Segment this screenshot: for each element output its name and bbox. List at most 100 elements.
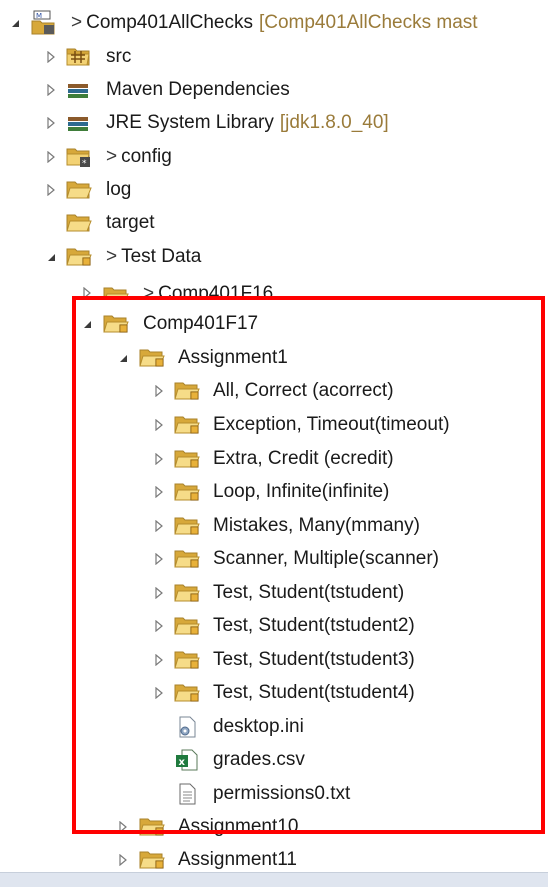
collapse-arrow-icon[interactable] — [116, 351, 130, 365]
tree-item-folder[interactable]: Scanner, Multiple(scanner) — [0, 543, 548, 575]
tree-item-folder[interactable]: Extra, Credit (ecredit) — [0, 443, 548, 475]
ini-file-icon — [174, 715, 200, 739]
folder-icon — [174, 447, 200, 471]
folder-icon — [103, 312, 129, 336]
folder-icon — [174, 547, 200, 571]
expand-arrow-icon[interactable] — [116, 853, 130, 867]
source-folder-icon — [66, 45, 92, 69]
expand-arrow-icon[interactable] — [152, 686, 166, 700]
tree-item-maven-dependencies[interactable]: Maven Dependencies — [0, 74, 548, 106]
expand-arrow-icon[interactable] — [152, 519, 166, 533]
expand-arrow-icon[interactable] — [44, 150, 58, 164]
svg-text:M: M — [36, 12, 42, 20]
excel-file-icon: x — [174, 748, 200, 772]
expand-arrow-icon[interactable] — [152, 418, 166, 432]
expand-arrow-icon[interactable] — [152, 552, 166, 566]
expand-arrow-icon[interactable] — [44, 183, 58, 197]
comp401f17-label: Comp401F17 — [143, 313, 259, 334]
config-label: config — [121, 146, 172, 167]
folder-icon — [66, 245, 92, 269]
expand-arrow-icon[interactable] — [80, 286, 94, 296]
folder-icon — [174, 514, 200, 538]
comp401f16-label: Comp401F16 — [158, 283, 274, 296]
collapse-arrow-icon[interactable] — [8, 16, 22, 30]
collapse-arrow-icon[interactable] — [80, 317, 94, 331]
folder-label: Test, Student(tstudent) — [213, 582, 405, 603]
target-label: target — [106, 212, 155, 233]
folder-icon — [139, 346, 165, 370]
folder-label: Test, Student(tstudent3) — [213, 649, 415, 670]
git-decoration: [Comp401AllChecks mast — [258, 12, 478, 33]
tree-item-folder[interactable]: Mistakes, Many(mmany) — [0, 510, 548, 542]
folder-icon — [174, 379, 200, 403]
tree-item-folder[interactable]: Loop, Infinite(infinite) — [0, 476, 548, 508]
library-icon — [66, 78, 92, 102]
tree-item-assignment10[interactable]: Assignment10 — [0, 811, 548, 843]
collapse-arrow-icon[interactable] — [44, 250, 58, 264]
folder-icon — [174, 581, 200, 605]
tree-item-test-data[interactable]: > Test Data — [0, 241, 548, 273]
file-label: permissions0.txt — [213, 783, 351, 804]
expand-arrow-icon[interactable] — [44, 83, 58, 97]
tree-item-target[interactable]: target — [0, 207, 548, 239]
jre-version-decoration: [jdk1.8.0_40] — [279, 112, 389, 133]
file-label: grades.csv — [213, 749, 305, 770]
folder-label: Scanner, Multiple(scanner) — [213, 548, 439, 569]
folder-label: Extra, Credit (ecredit) — [213, 448, 394, 469]
dirty-marker: > — [143, 283, 155, 296]
folder-icon — [174, 614, 200, 638]
folder-icon — [174, 648, 200, 672]
maven-project-icon: M — [30, 10, 56, 35]
folder-icon — [174, 480, 200, 504]
maven-dependencies-label: Maven Dependencies — [106, 79, 290, 100]
folder-icon — [139, 848, 165, 872]
tree-item-log[interactable]: log — [0, 174, 548, 206]
expand-arrow-icon[interactable] — [152, 384, 166, 398]
expand-arrow-icon[interactable] — [152, 653, 166, 667]
expand-arrow-icon[interactable] — [152, 586, 166, 600]
expand-arrow-icon[interactable] — [116, 820, 130, 834]
expand-arrow-icon[interactable] — [152, 485, 166, 499]
text-file-icon — [174, 782, 200, 806]
assignment10-label: Assignment10 — [178, 816, 299, 837]
tree-item-comp401f17[interactable]: Comp401F17 — [0, 308, 548, 340]
expand-arrow-icon[interactable] — [152, 452, 166, 466]
tree-item-folder[interactable]: Exception, Timeout(timeout) — [0, 409, 548, 441]
horizontal-scrollbar[interactable] — [0, 872, 548, 887]
tree-item-folder[interactable]: Test, Student(tstudent4) — [0, 677, 548, 709]
folder-label: Mistakes, Many(mmany) — [213, 515, 420, 536]
assignment11-label: Assignment11 — [178, 849, 297, 870]
project-label: Comp401AllChecks — [86, 12, 253, 33]
folder-label: Test, Student(tstudent2) — [213, 615, 415, 636]
tree-item-assignment1[interactable]: Assignment1 — [0, 342, 548, 374]
tree-item-jre-library[interactable]: JRE System Library [jdk1.8.0_40] — [0, 107, 548, 139]
library-icon — [66, 111, 92, 135]
folder-label: All, Correct (acorrect) — [213, 380, 394, 401]
folder-label: Test, Student(tstudent4) — [213, 682, 415, 703]
tree-item-folder[interactable]: Test, Student(tstudent) — [0, 577, 548, 609]
jre-library-label: JRE System Library — [106, 112, 274, 133]
svg-text:*: * — [82, 159, 87, 169]
dirty-marker: > — [106, 246, 118, 267]
folder-label: Loop, Infinite(infinite) — [213, 481, 390, 502]
expand-arrow-icon[interactable] — [152, 619, 166, 633]
test-data-label: Test Data — [121, 246, 202, 267]
folder-label: Exception, Timeout(timeout) — [213, 414, 450, 435]
tree-item-src[interactable]: src — [0, 41, 548, 73]
tree-item-folder[interactable]: Test, Student(tstudent3) — [0, 644, 548, 676]
log-label: log — [106, 179, 132, 200]
dirty-marker: > — [106, 146, 118, 167]
expand-arrow-icon[interactable] — [44, 116, 58, 130]
tree-item-project[interactable]: M > Comp401AllChecks [Comp401AllChecks mas… — [0, 7, 548, 39]
tree-item-folder[interactable]: All, Correct (acorrect) — [0, 375, 548, 407]
tree-item-file[interactable]: permissions0.txt — [0, 778, 548, 810]
svg-text:x: x — [179, 757, 186, 768]
expand-arrow-icon[interactable] — [44, 50, 58, 64]
tree-item-config[interactable]: * > config — [0, 141, 548, 173]
tree-item-file[interactable]: desktop.ini — [0, 711, 548, 743]
tree-item-comp401f16[interactable]: > Comp401F16 — [0, 276, 548, 296]
tree-item-folder[interactable]: Test, Student(tstudent2) — [0, 610, 548, 642]
tree-item-file[interactable]: x grades.csv — [0, 744, 548, 776]
folder-icon — [174, 413, 200, 437]
src-label: src — [106, 46, 132, 67]
